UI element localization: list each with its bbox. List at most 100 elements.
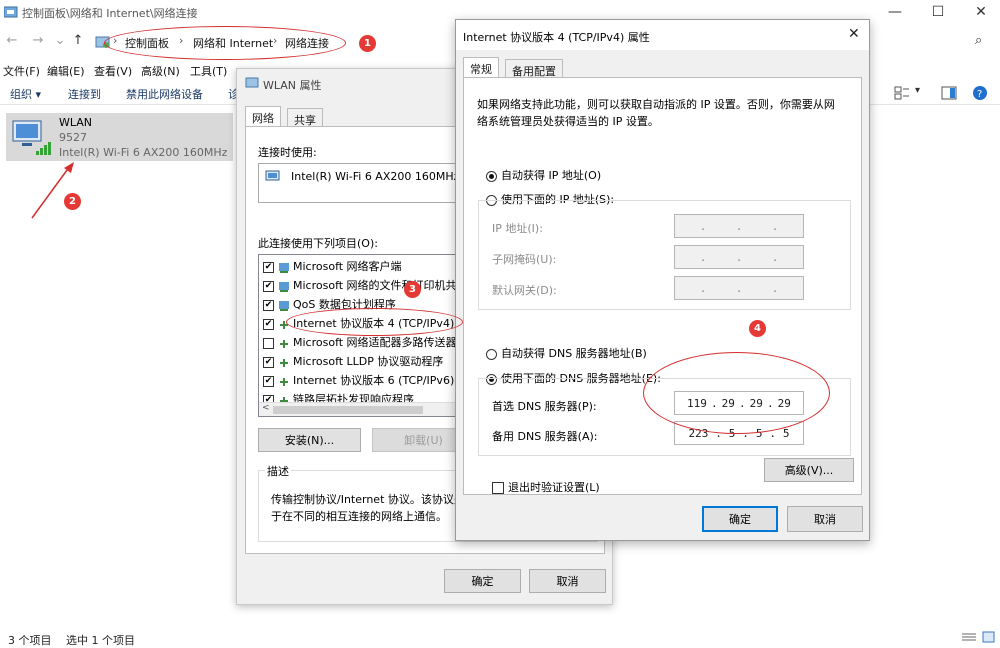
wlan-dialog-icon	[245, 77, 259, 88]
back-arrow-icon[interactable]: ←	[4, 32, 20, 50]
annotation-badge-2: 2	[64, 193, 81, 210]
item-checkbox[interactable]: ✔	[263, 375, 274, 387]
protocol-icon	[280, 377, 288, 386]
tab-general[interactable]: 常规	[463, 57, 499, 78]
menu-bar: 文件(F) 编辑(E) 查看(V) 高级(N) 工具(T)	[0, 60, 240, 80]
ipv4-titlebar: Internet 协议版本 4 (TCP/IPv4) 属性 ✕	[456, 20, 869, 50]
menu-tools[interactable]: 工具(T)	[190, 63, 227, 79]
install-button[interactable]: 安装(N)...	[258, 428, 361, 452]
auto-ip-radio[interactable]: 自动获得 IP 地址(O)	[486, 167, 601, 183]
connect-using-label: 连接时使用:	[258, 146, 317, 159]
description-text-line2: 于在不同的相互连接的网络上通信。	[271, 510, 447, 523]
subnet-mask-label: 子网掩码(U):	[492, 253, 557, 266]
annotation-badge-4: 4	[749, 320, 766, 337]
recent-dropdown-icon[interactable]: ⌄	[52, 32, 68, 50]
annotation-ellipse-dns	[643, 352, 830, 434]
ipv4-properties-dialog: Internet 协议版本 4 (TCP/IPv4) 属性 ✕ 常规 备用配置 …	[455, 19, 870, 541]
list-item[interactable]: ✔ Internet 协议版本 6 (TCP/IPv6)	[263, 372, 463, 391]
adapter-name: WLAN	[59, 116, 93, 129]
item-checkbox[interactable]	[263, 337, 274, 349]
validate-on-exit-checkbox[interactable]: 退出时验证设置(L)	[492, 479, 600, 495]
protocol-icon	[280, 358, 288, 367]
item-checkbox[interactable]: ✔	[263, 318, 274, 330]
description-text-line1: 传输控制协议/Internet 协议。该协议是	[271, 493, 465, 506]
menu-edit[interactable]: 编辑(E)	[47, 63, 85, 79]
details-view-icon[interactable]	[962, 632, 976, 643]
ipv4-dialog-title: Internet 协议版本 4 (TCP/IPv4) 属性	[463, 31, 650, 44]
description-label: 描述	[265, 463, 291, 479]
annotation-arrow-icon	[31, 162, 74, 219]
general-panel: 如果网络支持此功能，则可以获取自动指派的 IP 设置。否则，你需要从网 络系统管…	[463, 77, 862, 495]
item-checkbox[interactable]: ✔	[263, 299, 274, 311]
network-folder-icon	[4, 6, 18, 18]
maximize-button[interactable]: ☐	[923, 2, 953, 22]
item-checkbox[interactable]: ✔	[263, 356, 274, 368]
annotation-badge-1: 1	[359, 35, 376, 52]
large-icons-view-icon[interactable]	[982, 631, 995, 643]
help-icon[interactable]: ?	[972, 85, 992, 101]
protocol-icon	[280, 339, 288, 348]
preview-pane-icon[interactable]	[940, 85, 960, 101]
items-label: 此连接使用下列项目(O):	[258, 237, 378, 250]
subnet-mask-input: ...	[674, 245, 804, 269]
annotation-ellipse-ipv4	[286, 308, 463, 336]
list-item[interactable]: ✔ Microsoft 网络的文件和打印机共	[263, 277, 463, 296]
ipv4-ok-button[interactable]: 确定	[702, 506, 778, 532]
wireless-adapter-icon	[12, 120, 51, 155]
validate-checkbox-icon[interactable]	[492, 482, 504, 494]
wlan-ok-button[interactable]: 确定	[444, 569, 521, 593]
window-title: 控制面板\网络和 Internet\网络连接	[22, 7, 198, 20]
annotation-badge-3: 3	[404, 281, 421, 298]
organize-button[interactable]: 组织 ▾	[10, 86, 41, 102]
network-service-icon	[279, 300, 289, 311]
network-adapter-icon	[265, 170, 280, 181]
minimize-button[interactable]: —	[880, 2, 910, 22]
connect-using-device: Intel(R) Wi-Fi 6 AX200 160MHz	[291, 170, 460, 183]
intro-text-line1: 如果网络支持此功能，则可以获取自动指派的 IP 设置。否则，你需要从网	[477, 98, 835, 111]
item-checkbox[interactable]: ✔	[263, 261, 274, 273]
network-client-icon	[279, 262, 289, 273]
view-dropdown-icon[interactable]: ▾	[915, 85, 920, 96]
forward-arrow-icon[interactable]: →	[30, 32, 46, 50]
connect-to-button[interactable]: 连接到	[68, 86, 101, 102]
ipv4-close-icon[interactable]: ✕	[848, 26, 860, 42]
close-window-button[interactable]: ✕	[966, 2, 996, 22]
search-icon[interactable]: ⌕	[975, 33, 982, 48]
network-service-icon	[279, 281, 289, 292]
radio-unselected-icon[interactable]	[486, 348, 497, 360]
radio-selected-icon[interactable]	[486, 170, 497, 182]
list-item[interactable]: ✔ Microsoft LLDP 协议驱动程序	[263, 353, 463, 372]
list-item[interactable]: Microsoft 网络适配器多路传送器	[263, 334, 463, 353]
menu-file[interactable]: 文件(F)	[3, 63, 40, 79]
default-gateway-input: ...	[674, 276, 804, 300]
ip-address-label: IP 地址(I):	[492, 222, 543, 235]
wlan-dialog-title: WLAN 属性	[263, 79, 322, 92]
up-arrow-icon[interactable]: ↑	[70, 32, 86, 50]
annotation-ellipse-breadcrumb	[104, 26, 346, 60]
command-toolbar: 组织 ▾ 连接到 禁用此网络设备 诊	[0, 82, 240, 104]
status-item-count: 3 个项目	[8, 634, 52, 647]
scroll-left-icon[interactable]: <	[262, 403, 270, 413]
adapter-device: Intel(R) Wi-Fi 6 AX200 160MHz	[59, 146, 228, 159]
intro-text-line2: 络系统管理员处获得适当的 IP 设置。	[477, 115, 659, 128]
ipv4-cancel-button[interactable]: 取消	[787, 506, 863, 532]
wlan-adapter-tile[interactable]: WLAN 9527 Intel(R) Wi-Fi 6 AX200 160MHz	[6, 113, 233, 161]
menu-view[interactable]: 查看(V)	[94, 63, 132, 79]
menu-advanced[interactable]: 高级(N)	[141, 63, 180, 79]
auto-dns-radio[interactable]: 自动获得 DNS 服务器地址(B)	[486, 345, 647, 361]
change-view-icon[interactable]	[893, 85, 913, 101]
tab-networking[interactable]: 网络	[245, 106, 281, 126]
disable-device-button[interactable]: 禁用此网络设备	[126, 86, 203, 102]
advanced-button[interactable]: 高级(V)...	[764, 458, 854, 482]
adapter-ssid: 9527	[59, 131, 87, 144]
item-checkbox[interactable]: ✔	[263, 280, 274, 292]
tab-sharing[interactable]: 共享	[287, 108, 323, 127]
tab-alternate-config[interactable]: 备用配置	[505, 59, 563, 78]
ip-address-input: ...	[674, 214, 804, 238]
wlan-cancel-button[interactable]: 取消	[529, 569, 606, 593]
default-gateway-label: 默认网关(D):	[492, 284, 557, 297]
scroll-thumb[interactable]	[273, 406, 423, 414]
preferred-dns-label: 首选 DNS 服务器(P):	[492, 400, 597, 413]
svg-text:?: ?	[977, 89, 982, 100]
list-item[interactable]: ✔ Microsoft 网络客户端	[263, 258, 463, 277]
